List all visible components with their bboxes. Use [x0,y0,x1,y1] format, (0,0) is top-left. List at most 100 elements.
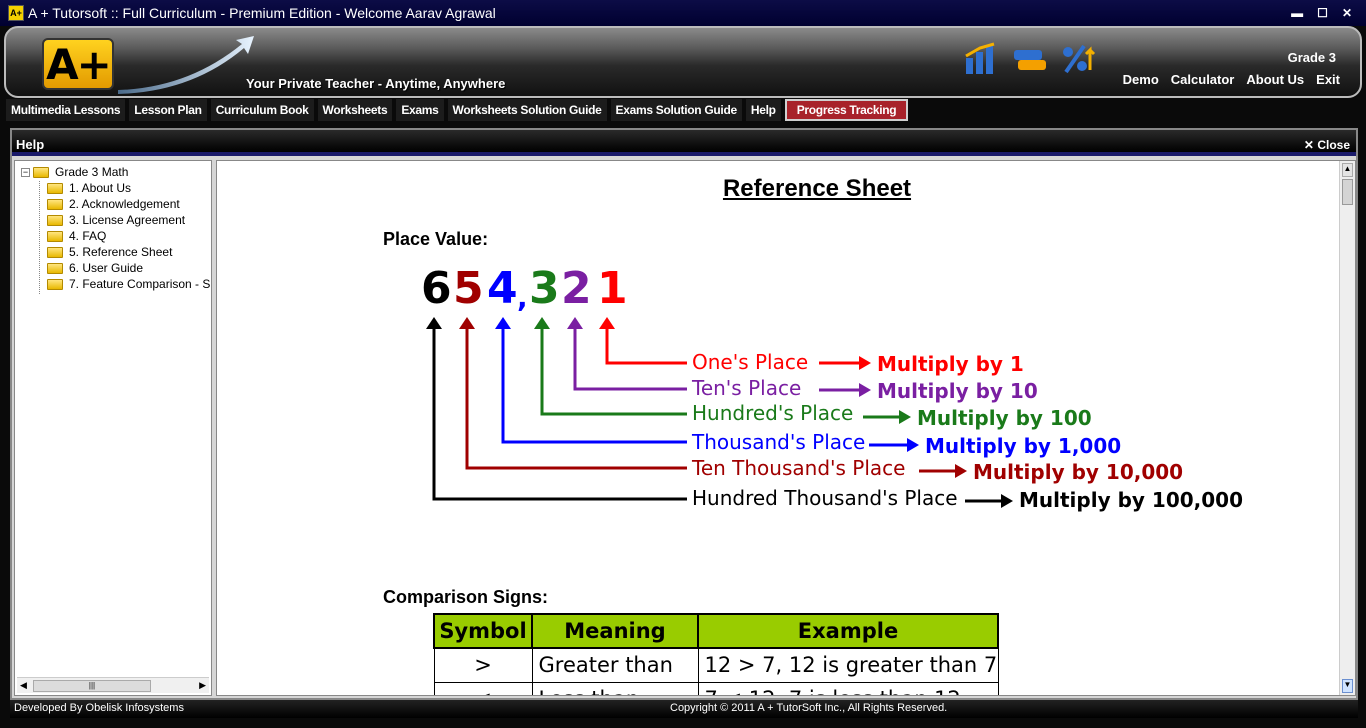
content-vertical-scrollbar[interactable]: ▲ ▼ [1339,161,1355,695]
scroll-left-icon[interactable]: ◀ [20,680,27,691]
tree-item-label: 7. Feature Comparison - S [69,277,211,291]
scroll-thumb[interactable]: ||| [33,680,151,692]
digit-1: 1 [597,263,628,314]
scroll-thumb[interactable] [1342,179,1353,205]
place-label: Ten Thousand's Place [691,456,905,480]
tree-item-label: 4. FAQ [69,229,107,243]
help-close-button[interactable]: ✕ Close [1304,138,1350,152]
demo-link[interactable]: Demo [1123,72,1159,87]
thousands-comma: , [517,281,528,314]
table-row: < Less than 7 < 12, 7 is less than 12 [433,681,999,695]
tree-connector [39,181,40,294]
menu-multimedia-lessons[interactable]: Multimedia Lessons [6,99,126,121]
tree-root-label: Grade 3 Math [55,165,129,179]
app-header: A+ Your Private Teacher - Anytime, Anywh… [4,26,1362,98]
page-title: Reference Sheet [722,175,912,202]
tree-item-about-us[interactable]: 1. About Us [47,181,131,195]
main-menu: Multimedia Lessons Lesson Plan Curriculu… [6,99,909,123]
logo-swoosh-icon [118,36,254,94]
status-bar: Developed By Obelisk Infosystems Copyrig… [10,700,1358,718]
folder-icon [47,214,63,226]
tree-item-license-agreement[interactable]: 3. License Agreement [47,213,185,227]
help-panel: Help ✕ Close − Grade 3 Math 1. About Us … [10,128,1358,700]
tree-item-feature-comparison[interactable]: 7. Feature Comparison - S [47,277,210,291]
table-header-row: Symbol Meaning Example [433,613,999,649]
tree-horizontal-scrollbar[interactable]: ◀ ||| ▶ [17,677,209,693]
comparison-table: Symbol Meaning Example > Greater than 12… [433,613,999,695]
tree-item-user-guide[interactable]: 6. User Guide [47,261,143,275]
place-value-heading: Place Value: [383,229,489,249]
app-icon: A+ [8,5,24,21]
table-cell: Less than [531,681,699,695]
maximize-icon[interactable]: ☐ [1317,6,1328,20]
copyright-text: Copyright © 2011 A + TutorSoft Inc., All… [670,702,948,714]
exit-link[interactable]: Exit [1316,72,1340,87]
title-bar[interactable]: A+ A + Tutorsoft :: Full Curriculum - Pr… [0,0,1366,26]
menu-worksheets-solution-guide[interactable]: Worksheets Solution Guide [447,99,607,121]
menu-progress-tracking[interactable]: Progress Tracking [784,99,909,121]
about-us-link[interactable]: About Us [1246,72,1304,87]
close-label: Close [1317,138,1350,152]
grade-label: Grade 3 [1287,50,1336,65]
place-label: One's Place [692,350,808,374]
place-label: Hundred's Place [692,401,853,425]
folder-icon [47,262,63,274]
menu-exams-solution-guide[interactable]: Exams Solution Guide [610,99,742,121]
menu-help[interactable]: Help [745,99,781,121]
scroll-up-icon[interactable]: ▲ [1342,163,1353,177]
digit-6: 6 [421,263,452,314]
place-label: Ten's Place [691,376,801,400]
place-label: Thousand's Place [691,430,865,454]
developer-credit: Developed By Obelisk Infosystems [14,702,184,714]
table-header: Example [697,613,999,649]
digit-5: 5 [453,263,484,314]
app-window: A+ A + Tutorsoft :: Full Curriculum - Pr… [0,0,1366,728]
help-title: Help [16,137,45,152]
multiply-label: Multiply by 1 [877,352,1024,376]
tree-item-label: 5. Reference Sheet [69,245,173,259]
digit-4: 4 [487,263,518,314]
window-title: A + Tutorsoft :: Full Curriculum - Premi… [28,5,496,21]
tree-item-reference-sheet[interactable]: 5. Reference Sheet [47,245,172,259]
bar-chart-icon[interactable] [962,42,1002,76]
table-header: Meaning [531,613,699,649]
tagline: Your Private Teacher - Anytime, Anywhere [246,76,506,91]
tree-item-faq[interactable]: 4. FAQ [47,229,106,243]
folder-icon [47,278,63,290]
table-cell: < [433,681,533,695]
menu-worksheets[interactable]: Worksheets [317,99,393,121]
calculator-link[interactable]: Calculator [1171,72,1235,87]
help-content: Reference Sheet Place Value: 6 5 4 , 3 2… [216,160,1356,696]
tree-item-acknowledgement[interactable]: 2. Acknowledgement [47,197,180,211]
tree-item-label: 1. About Us [69,181,132,195]
menu-curriculum-book[interactable]: Curriculum Book [210,99,314,121]
multiply-label: Multiply by 1,000 [925,434,1121,458]
multiply-label: Multiply by 10 [877,379,1038,403]
comparison-signs-heading: Comparison Signs: [383,587,549,607]
logo: A+ [42,38,114,90]
percent-icon[interactable] [1058,42,1098,76]
tree-root-grade-3-math[interactable]: − Grade 3 Math [21,165,128,179]
scroll-right-icon[interactable]: ▶ [199,680,206,691]
folder-icon [47,182,63,194]
minimize-icon[interactable]: ▬ [1291,6,1303,20]
folder-icon [33,166,49,178]
folder-icon [47,230,63,242]
tree-item-label: 3. License Agreement [69,213,186,227]
table-cell: Greater than [531,647,699,683]
collapse-icon[interactable]: − [21,167,30,177]
menu-exams[interactable]: Exams [396,99,444,121]
table-cell: > [433,647,533,683]
tree-item-label: 6. User Guide [69,261,144,275]
scroll-down-icon[interactable]: ▼ [1342,679,1353,693]
digit-2: 2 [561,263,592,314]
table-cell: 7 < 12, 7 is less than 12 [697,681,999,695]
help-tree: − Grade 3 Math 1. About Us 2. Acknowledg… [14,160,212,696]
help-header: Help ✕ Close [12,130,1356,156]
digit-3: 3 [529,263,560,314]
close-window-icon[interactable]: ✕ [1342,6,1352,20]
menu-lesson-plan[interactable]: Lesson Plan [129,99,207,121]
table-cell: 12 > 7, 12 is greater than 7 [697,647,999,683]
books-icon[interactable] [1010,42,1050,76]
multiply-label: Multiply by 10,000 [973,460,1183,484]
